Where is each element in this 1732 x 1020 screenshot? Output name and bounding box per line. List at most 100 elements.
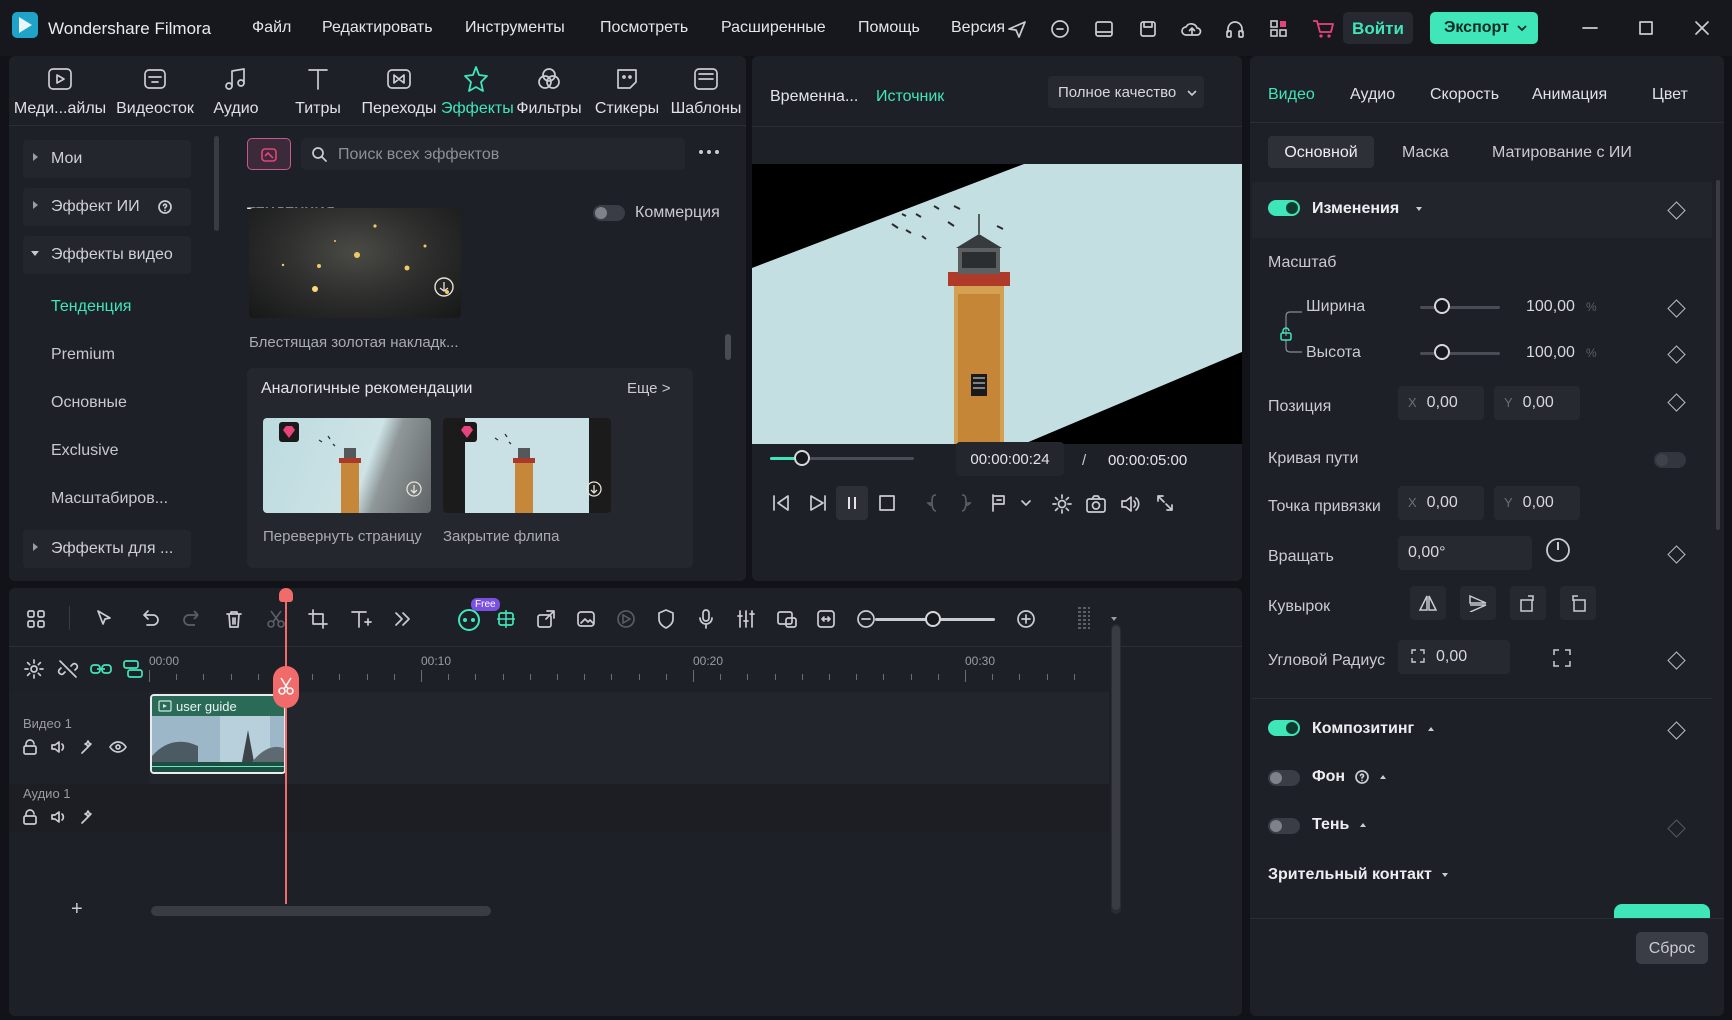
- volume-icon[interactable]: [1118, 492, 1142, 516]
- timeline-horizontal-scroll-thumb[interactable]: [151, 906, 491, 916]
- mute-track-icon[interactable]: [49, 738, 67, 756]
- shield-icon[interactable]: [655, 608, 677, 630]
- keyframe-corner-icon[interactable]: [1667, 651, 1686, 670]
- login-button[interactable]: Войти: [1343, 12, 1413, 44]
- pause-button[interactable]: [836, 486, 868, 520]
- tab-audio[interactable]: Аудио: [205, 64, 267, 118]
- marker-icon[interactable]: [988, 492, 1010, 514]
- playhead-line[interactable]: [285, 590, 287, 904]
- export-clip-icon[interactable]: [535, 608, 557, 630]
- player-tab-source[interactable]: Источник: [876, 88, 944, 106]
- mute-track-icon[interactable]: [49, 808, 67, 826]
- prop-tab-audio[interactable]: Аудио: [1350, 86, 1395, 104]
- rotation-dial-icon[interactable]: [1544, 536, 1572, 564]
- menu-help[interactable]: Помощь: [858, 19, 920, 37]
- apps-grid-icon[interactable]: [1268, 18, 1290, 40]
- quality-dropdown[interactable]: Полное качество: [1048, 76, 1204, 108]
- zoom-in-icon[interactable]: [1015, 608, 1037, 630]
- position-y-field[interactable]: Y 0,00: [1494, 386, 1580, 420]
- tab-media[interactable]: Меди...айлы: [11, 64, 109, 118]
- tab-titles[interactable]: Титры: [287, 64, 349, 118]
- scissors-icon[interactable]: [265, 608, 287, 630]
- eye-icon[interactable]: [109, 738, 127, 756]
- flip-vertical-button[interactable]: [1460, 586, 1496, 620]
- ai-sticker-button[interactable]: [247, 138, 291, 170]
- video-clip[interactable]: user guide: [150, 694, 286, 774]
- effects-search[interactable]: Поиск всех эффектов: [301, 138, 685, 170]
- height-value[interactable]: 100,00: [1526, 344, 1575, 362]
- headphones-icon[interactable]: [1224, 18, 1246, 40]
- shadow-toggle[interactable]: [1268, 818, 1300, 834]
- fullscreen-icon[interactable]: [1154, 492, 1176, 514]
- select-tool-icon[interactable]: [93, 608, 115, 630]
- more-tools-icon[interactable]: [391, 608, 413, 630]
- tab-effects[interactable]: Эффекты: [441, 64, 514, 118]
- anchor-y-field[interactable]: Y 0,00: [1494, 486, 1580, 520]
- playback-progress-knob[interactable]: [794, 450, 810, 466]
- reset-button[interactable]: Сброс: [1636, 932, 1708, 964]
- split-button[interactable]: [273, 666, 299, 708]
- close-icon[interactable]: [1692, 18, 1712, 38]
- caret-up-icon[interactable]: [1358, 820, 1368, 830]
- sidebar-sub-basic[interactable]: Основные: [51, 394, 127, 412]
- caret-down-icon[interactable]: [1109, 614, 1119, 624]
- mark-in-icon[interactable]: [922, 492, 942, 514]
- keyframe-compositing-icon[interactable]: [1667, 721, 1686, 740]
- shadow-title[interactable]: Тень: [1312, 816, 1349, 834]
- help-icon[interactable]: [157, 199, 173, 215]
- send-icon[interactable]: [1006, 18, 1028, 40]
- keyframe-position-icon[interactable]: [1667, 393, 1686, 412]
- export-button[interactable]: Экспорт: [1430, 12, 1538, 44]
- sidebar-sub-exclusive[interactable]: Exclusive: [51, 442, 119, 460]
- audio-mixer-icon[interactable]: [735, 608, 757, 630]
- sidebar-item-video-effects[interactable]: Эффекты видео: [23, 236, 191, 274]
- caret-down-icon[interactable]: [1440, 870, 1450, 880]
- unlink-icon[interactable]: [57, 658, 79, 680]
- tab-stock[interactable]: Видеосток: [111, 64, 199, 118]
- height-slider-knob[interactable]: [1434, 344, 1450, 360]
- properties-scrollbar[interactable]: [1716, 180, 1720, 530]
- playhead-handle[interactable]: [279, 588, 293, 602]
- sidebar-sub-trending[interactable]: Тенденция: [51, 298, 131, 316]
- minimize-icon[interactable]: [1580, 18, 1600, 38]
- pip-icon[interactable]: [775, 608, 799, 630]
- ripple-icon[interactable]: [121, 658, 145, 680]
- delete-icon[interactable]: [223, 608, 245, 630]
- download-icon[interactable]: [585, 480, 603, 498]
- tab-templates[interactable]: Шаблоны: [669, 64, 743, 118]
- mark-out-icon[interactable]: [956, 492, 976, 514]
- background-title[interactable]: Фон: [1312, 768, 1345, 786]
- rec-thumb-flip-close[interactable]: [443, 418, 611, 513]
- prop-tab-color[interactable]: Цвет: [1652, 86, 1688, 104]
- zoom-slider-knob[interactable]: [925, 611, 941, 627]
- timeline-settings-icon[interactable]: [23, 658, 45, 680]
- text-tool-icon[interactable]: [349, 608, 373, 630]
- crop-icon[interactable]: [307, 608, 329, 630]
- compositing-title[interactable]: Композитинг: [1312, 720, 1414, 738]
- menu-tools[interactable]: Инструменты: [465, 19, 565, 37]
- keyframe-width-icon[interactable]: [1667, 299, 1686, 318]
- effect-thumb-gold[interactable]: [249, 208, 461, 318]
- rec-thumb-page-flip[interactable]: [263, 418, 431, 513]
- position-x-field[interactable]: X 0,00: [1398, 386, 1484, 420]
- more-options-icon[interactable]: [697, 148, 721, 156]
- track-effect-icon[interactable]: [79, 738, 97, 756]
- sidebar-item-my[interactable]: Мои: [23, 140, 191, 178]
- commerce-toggle[interactable]: [593, 205, 625, 221]
- rotate-ccw-button[interactable]: [1560, 586, 1596, 620]
- compositing-toggle[interactable]: [1268, 720, 1300, 736]
- effects-scrollbar[interactable]: [725, 334, 731, 360]
- headset-support-icon[interactable]: [1049, 18, 1071, 40]
- sidebar-item-audio-effects[interactable]: Эффекты для ...: [23, 530, 191, 568]
- subtab-basic[interactable]: Основной: [1268, 136, 1374, 168]
- auto-reframe-icon[interactable]: [495, 608, 517, 630]
- render-settings-icon[interactable]: [1050, 492, 1074, 516]
- stop-icon[interactable]: [876, 492, 898, 514]
- download-icon[interactable]: [405, 480, 423, 498]
- layout-grid-icon[interactable]: [25, 608, 47, 630]
- cart-icon[interactable]: [1310, 17, 1336, 41]
- keyframe-height-icon[interactable]: [1667, 345, 1686, 364]
- rotate-cw-button[interactable]: [1510, 586, 1546, 620]
- transform-toggle[interactable]: [1268, 200, 1300, 216]
- image-edit-icon[interactable]: [575, 608, 597, 630]
